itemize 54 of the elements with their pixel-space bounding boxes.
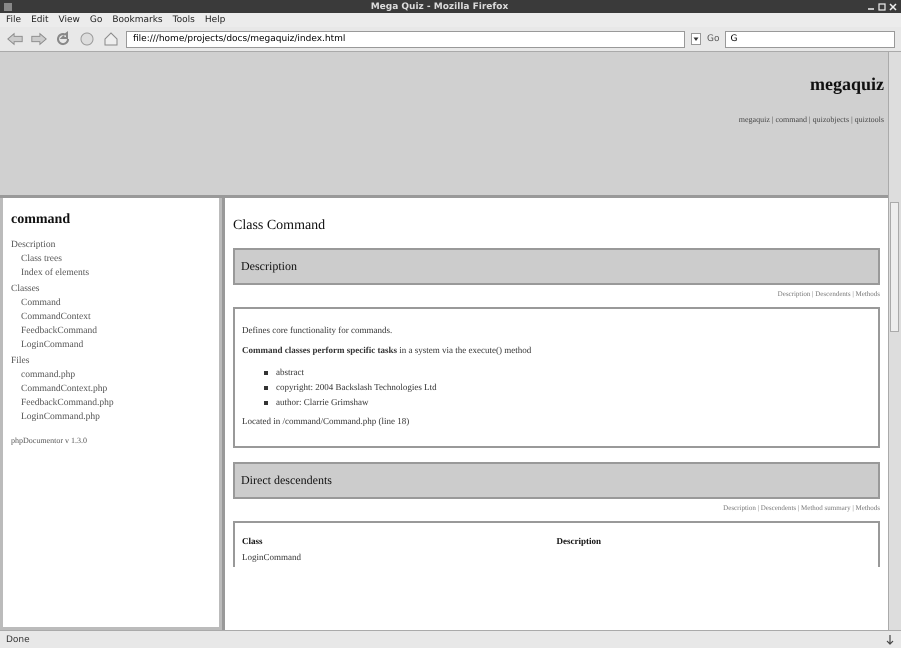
maximize-icon[interactable] xyxy=(878,2,886,10)
bullet-icon xyxy=(264,386,268,390)
sidebar-section: Classes xyxy=(11,282,211,296)
tag-item: copyright: 2004 Backslash Technologies Ltd xyxy=(276,381,437,394)
page-title: megaquiz xyxy=(810,74,884,95)
menu-item[interactable]: Edit xyxy=(31,15,48,25)
sidebar-link[interactable]: FeedbackCommand xyxy=(11,324,211,338)
generator-note: phpDocumentor v 1.3.0 xyxy=(11,436,88,445)
menu-item[interactable]: View xyxy=(58,15,80,25)
bullet-icon xyxy=(264,400,268,404)
package-links[interactable]: megaquiz | command | quizobjects | quiztools xyxy=(738,115,884,124)
section-header: Description xyxy=(233,248,880,285)
window-title: Mega Quiz - Mozilla Firefox xyxy=(370,2,510,12)
sidebar-section: Files xyxy=(11,354,211,368)
menu-item[interactable]: Go xyxy=(90,15,102,25)
description-text: Command classes perform specific tasks in a system via the execute() method xyxy=(242,345,532,355)
class-title: Class Command xyxy=(233,218,326,234)
menu-item[interactable]: Help xyxy=(204,15,226,25)
section-header: Direct descendents xyxy=(233,462,880,499)
sidebar-link[interactable]: Command xyxy=(11,296,211,310)
bullet-icon xyxy=(264,370,268,374)
back-icon[interactable] xyxy=(6,31,24,47)
description-text: Defines core functionality for commands. xyxy=(242,325,394,335)
close-icon[interactable] xyxy=(889,2,897,10)
dropdown-icon[interactable] xyxy=(691,33,701,45)
sidebar-section: Description xyxy=(11,238,211,252)
sidebar-link[interactable]: LoginCommand.php xyxy=(11,410,211,424)
forward-icon[interactable] xyxy=(30,31,48,47)
table-cell[interactable]: LoginCommand xyxy=(242,549,556,565)
stop-icon[interactable] xyxy=(78,31,96,47)
menu-item[interactable]: Tools xyxy=(172,15,195,25)
reload-icon[interactable] xyxy=(54,31,72,47)
window-menu-icon[interactable] xyxy=(4,2,12,10)
status-text: Done xyxy=(6,634,30,644)
menu-item[interactable]: File xyxy=(6,15,22,25)
sidebar-link[interactable]: CommandContext.php xyxy=(11,382,211,396)
column-header: Description xyxy=(556,535,602,548)
tag-item: abstract xyxy=(276,366,304,379)
sidebar-link[interactable]: FeedbackCommand.php xyxy=(11,396,211,410)
menu-item[interactable]: Bookmarks xyxy=(112,15,163,25)
sidebar-link[interactable]: CommandContext xyxy=(11,310,211,324)
sidebar-title: command xyxy=(11,212,72,228)
column-header: Class xyxy=(242,535,264,548)
address-field[interactable]: file:///home/projects/docs/megaquiz/index.html xyxy=(126,30,685,48)
status-icon xyxy=(885,634,895,646)
sidebar-link[interactable]: LoginCommand xyxy=(11,338,211,352)
location-text: Located in /command/Command.php (line 18) xyxy=(242,416,410,426)
sidebar-link[interactable]: Index of elements xyxy=(11,266,211,280)
sidebar-link[interactable]: command.php xyxy=(11,368,211,382)
search-field[interactable]: G xyxy=(725,30,895,48)
home-icon[interactable] xyxy=(102,31,120,47)
sidebar-link[interactable]: Class trees xyxy=(11,252,211,266)
go-button[interactable]: Go xyxy=(707,34,720,44)
tag-item: author: Clarrie Grimshaw xyxy=(276,396,368,409)
